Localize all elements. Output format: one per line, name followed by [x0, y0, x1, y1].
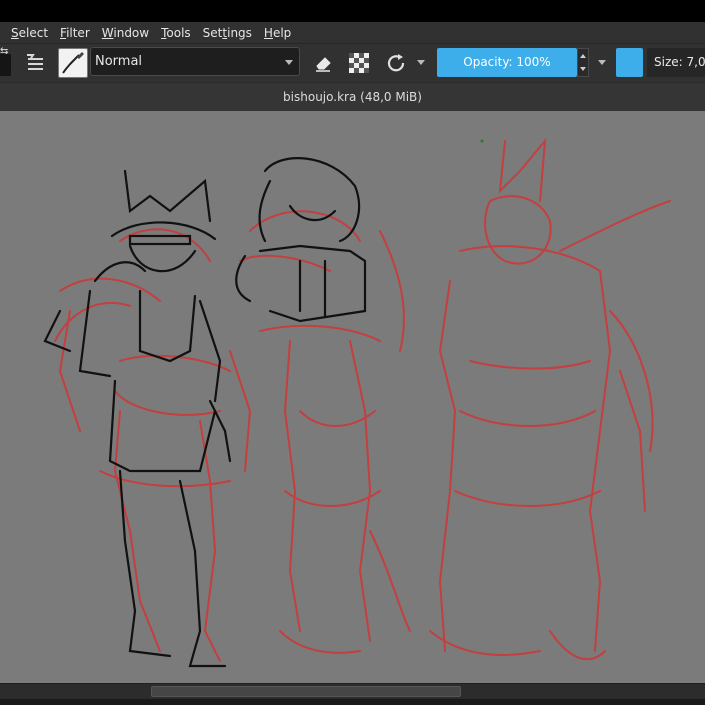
menu-bar: Select Filter Window Tools Settings Help — [0, 22, 705, 43]
scrollbar-thumb[interactable] — [151, 686, 461, 697]
menu-filter[interactable]: Filter — [54, 26, 96, 40]
opacity-spinbox[interactable] — [577, 48, 589, 77]
menu-window[interactable]: Window — [96, 26, 155, 40]
chevron-up-icon[interactable] — [580, 54, 586, 58]
blend-mode-select[interactable]: Normal — [90, 47, 300, 76]
green-dot — [480, 139, 484, 143]
menu-settings[interactable]: Settings — [197, 26, 258, 40]
blend-mode-value: Normal — [95, 54, 143, 69]
background-color-swatch[interactable] — [0, 54, 11, 76]
menu-select[interactable]: Select — [0, 26, 54, 40]
foreground-color-swatch[interactable] — [616, 48, 643, 77]
chevron-down-icon[interactable] — [580, 67, 586, 71]
sketch-artwork — [43, 137, 671, 668]
preserve-alpha-icon[interactable] — [348, 52, 370, 74]
chevron-down-icon[interactable] — [598, 60, 606, 65]
menu-tools[interactable]: Tools — [155, 26, 197, 40]
brush-size-slider[interactable]: Size: 7,00 — [647, 48, 705, 77]
top-black-strip — [0, 0, 705, 22]
drawing-canvas[interactable] — [0, 111, 705, 683]
brush-toolbar: ⇆ Normal Opacity: 100% Size: 7,0 — [0, 43, 705, 82]
brush-preview-button[interactable] — [58, 48, 88, 78]
opacity-slider[interactable]: Opacity: 100% — [437, 48, 577, 77]
bottom-strip — [0, 699, 705, 705]
chevron-down-icon[interactable] — [417, 60, 425, 65]
document-title: bishoujo.kra (48,0 MiB) — [283, 90, 422, 104]
horizontal-scrollbar[interactable] — [0, 683, 705, 700]
brush-presets-icon[interactable] — [24, 52, 46, 74]
brush-stroke-icon — [62, 52, 84, 74]
menu-help[interactable]: Help — [258, 26, 297, 40]
reload-preset-icon[interactable] — [384, 51, 408, 75]
document-title-bar: bishoujo.kra (48,0 MiB) — [0, 82, 705, 113]
eraser-icon[interactable] — [312, 52, 334, 74]
chevron-down-icon — [285, 60, 293, 65]
